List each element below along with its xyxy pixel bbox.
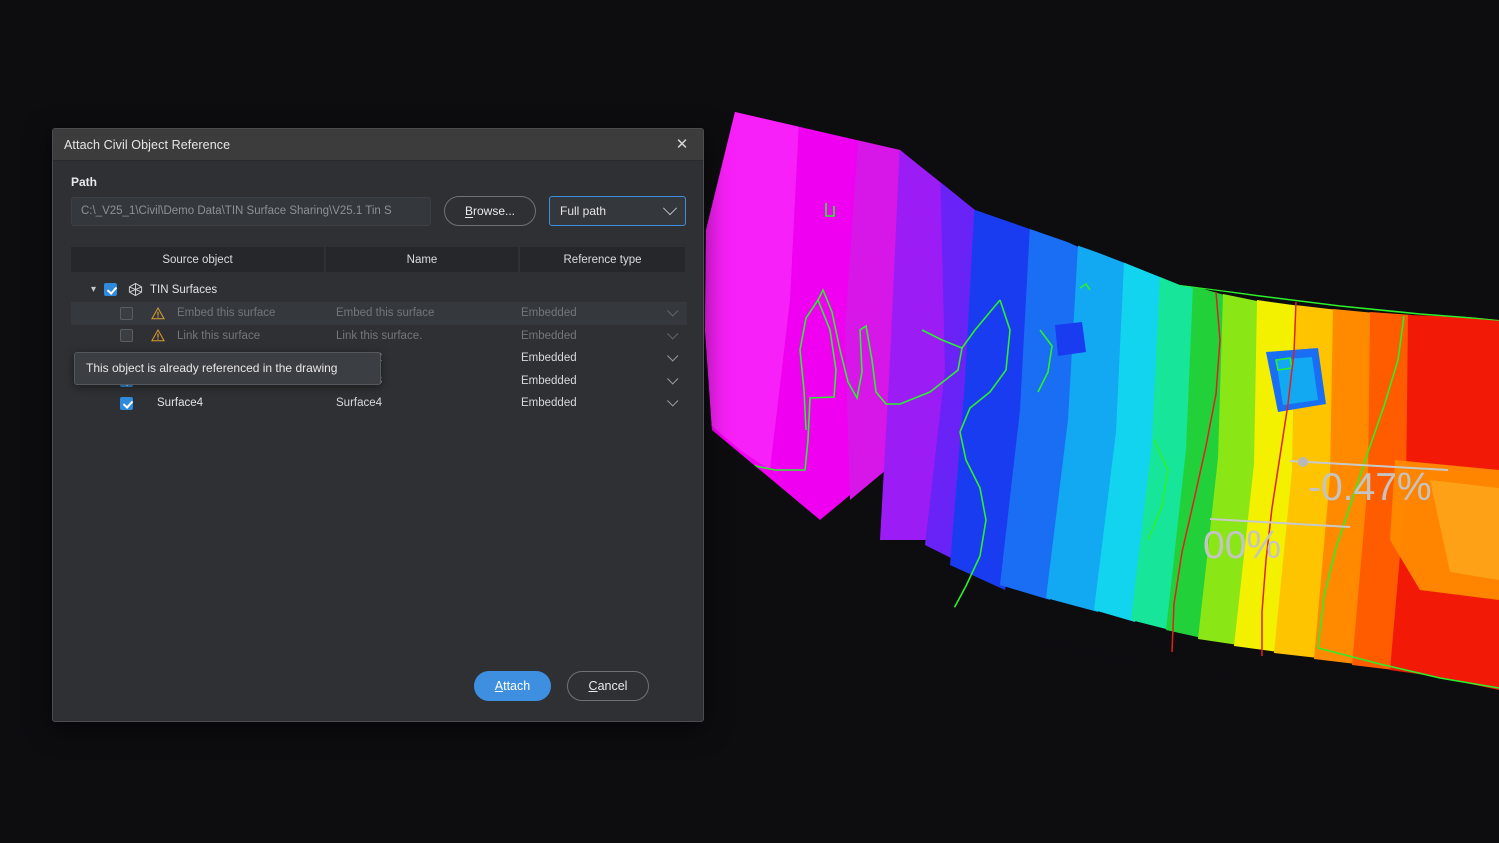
row-source-label: Surface4 xyxy=(157,397,203,409)
chevron-down-icon xyxy=(667,328,678,339)
row-reference-type-select[interactable]: Embedded xyxy=(521,330,687,342)
warning-icon xyxy=(151,329,165,342)
row-reference-type-select[interactable]: Embedded xyxy=(521,307,687,319)
attach-accel: A xyxy=(495,679,503,693)
browse-label: rowse... xyxy=(473,204,515,218)
attach-civil-object-reference-dialog: Attach Civil Object Reference ✕ Path C:\… xyxy=(52,128,704,722)
dialog-title: Attach Civil Object Reference xyxy=(64,138,667,152)
column-header-name[interactable]: Name xyxy=(326,247,518,272)
elevation-bands xyxy=(700,100,1499,720)
path-input[interactable]: C:\_V25_1\Civil\Demo Data\TIN Surface Sh… xyxy=(71,197,431,226)
path-row: C:\_V25_1\Civil\Demo Data\TIN Surface Sh… xyxy=(71,196,687,226)
close-icon[interactable]: ✕ xyxy=(667,132,697,158)
slope-label-2: 00% xyxy=(1203,524,1281,567)
cancel-accel: C xyxy=(589,679,598,693)
row-source-label: Link this surface xyxy=(177,330,260,342)
row-reference-type-select[interactable]: Embedded xyxy=(521,397,687,409)
reference-table: Source object Name Reference type ▾ xyxy=(71,247,687,415)
chevron-down-icon xyxy=(667,350,678,361)
row-checkbox[interactable] xyxy=(120,329,133,342)
table-body: ▾ TIN Surfaces xyxy=(71,277,687,415)
row-name: Link this surface. xyxy=(336,330,521,342)
attach-label: ttach xyxy=(503,679,530,693)
table-header-row: Source object Name Reference type xyxy=(71,247,687,272)
column-header-reference-type[interactable]: Reference type xyxy=(520,247,685,272)
screen-root: -0.47% 00% Attach Civil Object Reference… xyxy=(0,0,1499,843)
table-row[interactable]: Embed this surface Embed this surface Em… xyxy=(71,302,687,325)
group-label: TIN Surfaces xyxy=(150,284,217,296)
path-type-select[interactable]: Full path xyxy=(549,196,686,226)
row-reference-type-value: Embedded xyxy=(521,352,577,364)
chevron-down-icon xyxy=(667,395,678,406)
dialog-body: Path C:\_V25_1\Civil\Demo Data\TIN Surfa… xyxy=(53,161,703,415)
row-reference-type-value: Embedded xyxy=(521,330,577,342)
row-reference-type-select[interactable]: Embedded xyxy=(521,375,687,387)
chevron-down-icon xyxy=(667,373,678,384)
attach-button[interactable]: Attach xyxy=(474,671,551,701)
dialog-footer: Attach Cancel xyxy=(53,651,703,721)
row-reference-type-value: Embedded xyxy=(521,375,577,387)
column-header-source-object[interactable]: Source object xyxy=(71,247,324,272)
tin-surface-icon xyxy=(128,282,143,297)
warning-icon xyxy=(151,307,165,320)
tree-group-row-tin-surfaces[interactable]: ▾ TIN Surfaces xyxy=(71,277,687,302)
row-checkbox[interactable] xyxy=(120,307,133,320)
row-reference-type-value: Embedded xyxy=(521,397,577,409)
table-row[interactable]: Surface4 Surface4 Embedded xyxy=(71,392,687,415)
chevron-down-icon xyxy=(663,201,677,215)
table-row[interactable]: Link this surface Link this surface. Emb… xyxy=(71,325,687,348)
row-source-label: Embed this surface xyxy=(177,307,275,319)
tooltip: This object is already referenced in the… xyxy=(74,352,381,385)
path-label: Path xyxy=(71,175,687,189)
chevron-down-icon xyxy=(667,305,678,316)
dialog-titlebar[interactable]: Attach Civil Object Reference ✕ xyxy=(53,129,703,161)
row-checkbox[interactable] xyxy=(120,397,133,410)
cancel-label: ancel xyxy=(598,679,628,693)
group-checkbox[interactable] xyxy=(104,283,117,296)
row-reference-type-select[interactable]: Embedded xyxy=(521,352,687,364)
row-name: Embed this surface xyxy=(336,307,521,319)
browse-button[interactable]: Browse... xyxy=(444,196,536,226)
cancel-button[interactable]: Cancel xyxy=(567,671,649,701)
chevron-down-icon[interactable]: ▾ xyxy=(91,284,104,295)
row-reference-type-value: Embedded xyxy=(521,307,577,319)
row-name: Surface4 xyxy=(336,397,521,409)
path-type-value: Full path xyxy=(560,204,606,218)
browse-accel: B xyxy=(465,204,473,218)
slope-label-1: -0.47% xyxy=(1308,466,1432,509)
